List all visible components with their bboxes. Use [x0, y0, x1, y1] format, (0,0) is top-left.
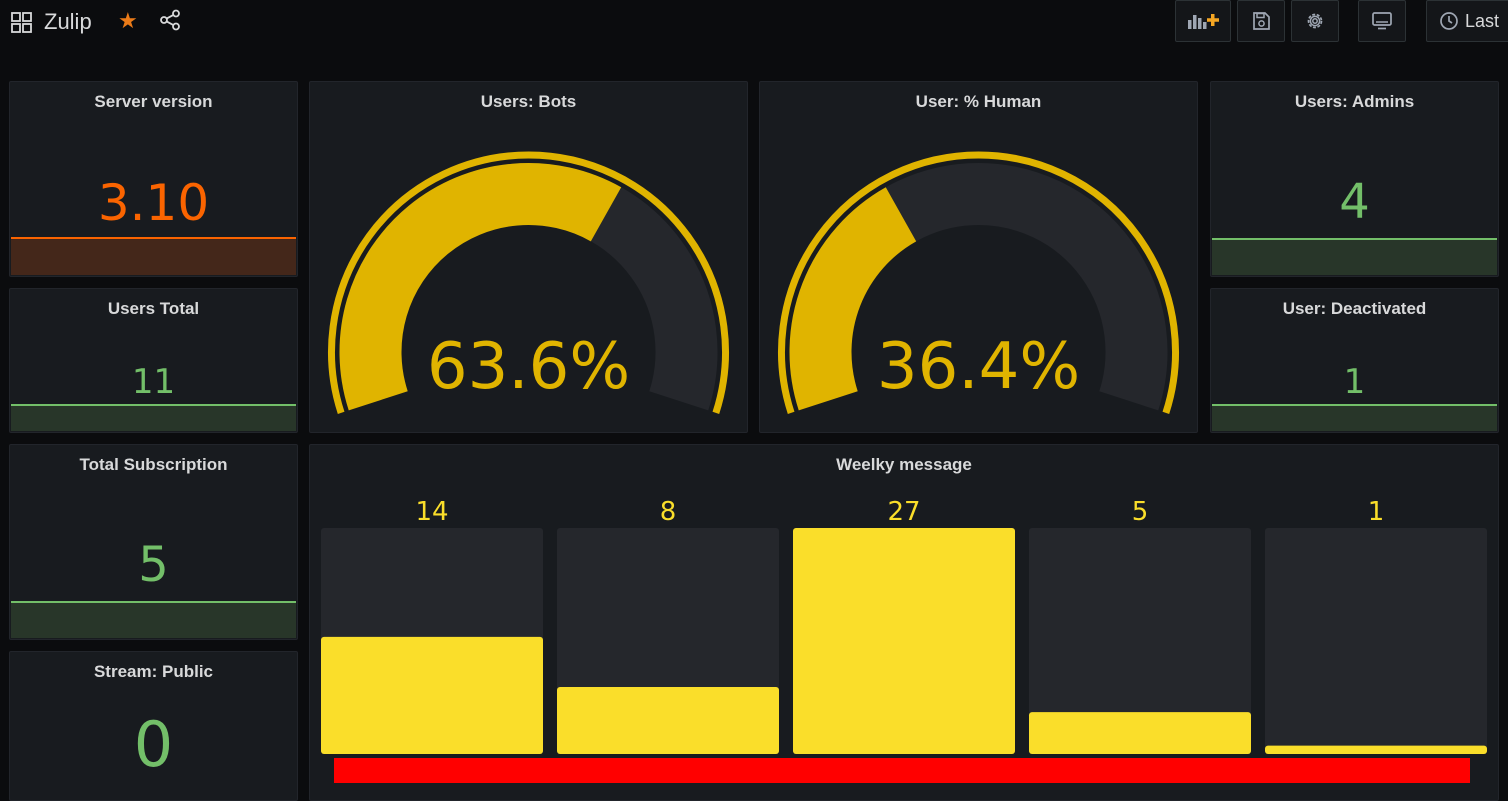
gauge-value: 36.4% [877, 330, 1080, 404]
add-panel-button[interactable] [1175, 0, 1231, 42]
panel-user-deactivated[interactable]: User: Deactivated 1 [1210, 288, 1499, 433]
bar-value-label: 14 [415, 497, 448, 527]
save-dashboard-button[interactable] [1237, 0, 1285, 42]
panel-users-admins[interactable]: Users: Admins 4 [1210, 81, 1499, 277]
bar [557, 687, 779, 754]
panel-title: Users Total [107, 299, 200, 318]
bar-value-label: 27 [887, 497, 920, 527]
panel-title: Total Subscription [79, 455, 228, 474]
panel-weekly-message[interactable]: Weelky message 14 8 27 5 1 [309, 444, 1499, 801]
panel-users-bots[interactable]: Users: Bots 63.6% [309, 81, 748, 433]
dashboard-settings-button[interactable] [1291, 0, 1339, 42]
panel-users-total[interactable]: Users Total 11 [9, 288, 298, 433]
sparkline-area [11, 237, 296, 275]
share-icon[interactable] [159, 9, 181, 31]
bar [1029, 712, 1251, 754]
bar [793, 528, 1015, 754]
bar-value-label: 1 [1368, 497, 1385, 527]
star-icon[interactable]: ★ [118, 8, 138, 34]
dashboard-grid-icon[interactable] [11, 12, 32, 33]
bar-track [1265, 528, 1487, 754]
panel-stream-public[interactable]: Stream: Public 0 [9, 651, 298, 801]
cycle-view-mode-button[interactable] [1358, 0, 1406, 42]
dashboard-title[interactable]: Zulip [44, 9, 92, 35]
weekly-message-bar-chart: 14 8 27 5 1 [321, 497, 1487, 783]
stat-value: 4 [1339, 174, 1370, 230]
stat-value: 11 [131, 362, 176, 402]
panel-server-version[interactable]: Server version 3.10 [9, 81, 298, 277]
sparkline-area [11, 404, 296, 431]
sparkline-area [11, 601, 296, 638]
save-icon [1253, 12, 1270, 30]
top-bar: Zulip ★ Last [0, 0, 1508, 46]
bar [1265, 745, 1487, 754]
sparkline-area [1212, 404, 1497, 431]
panel-total-subscription[interactable]: Total Subscription 5 [9, 444, 298, 640]
time-range-label: Last [1465, 10, 1500, 31]
gauge-users-bots: 63.6% [328, 151, 729, 414]
gauge-value: 63.6% [427, 330, 630, 404]
clock-icon [1440, 12, 1458, 30]
add-panel-icon [1188, 14, 1219, 29]
panel-title: Users: Admins [1294, 92, 1415, 111]
threshold-bar [334, 758, 1470, 783]
panel-title: User: Deactivated [1282, 299, 1427, 318]
panel-title: Stream: Public [93, 662, 214, 681]
bar-value-label: 8 [660, 497, 677, 527]
gauge-user-human: 36.4% [778, 151, 1179, 414]
monitor-icon [1372, 12, 1392, 30]
bar-value-label: 5 [1132, 497, 1149, 527]
stat-value: 3.10 [97, 174, 210, 232]
stat-value: 5 [138, 537, 169, 593]
gear-icon [1307, 13, 1323, 29]
time-picker-button[interactable]: Last [1426, 0, 1508, 42]
panel-user-human[interactable]: User: % Human 36.4% [759, 81, 1198, 433]
stat-value: 0 [133, 708, 174, 781]
bar [321, 636, 543, 754]
sparkline-area [1212, 238, 1497, 275]
panel-title: Server version [94, 92, 213, 111]
stat-value: 1 [1343, 362, 1366, 402]
